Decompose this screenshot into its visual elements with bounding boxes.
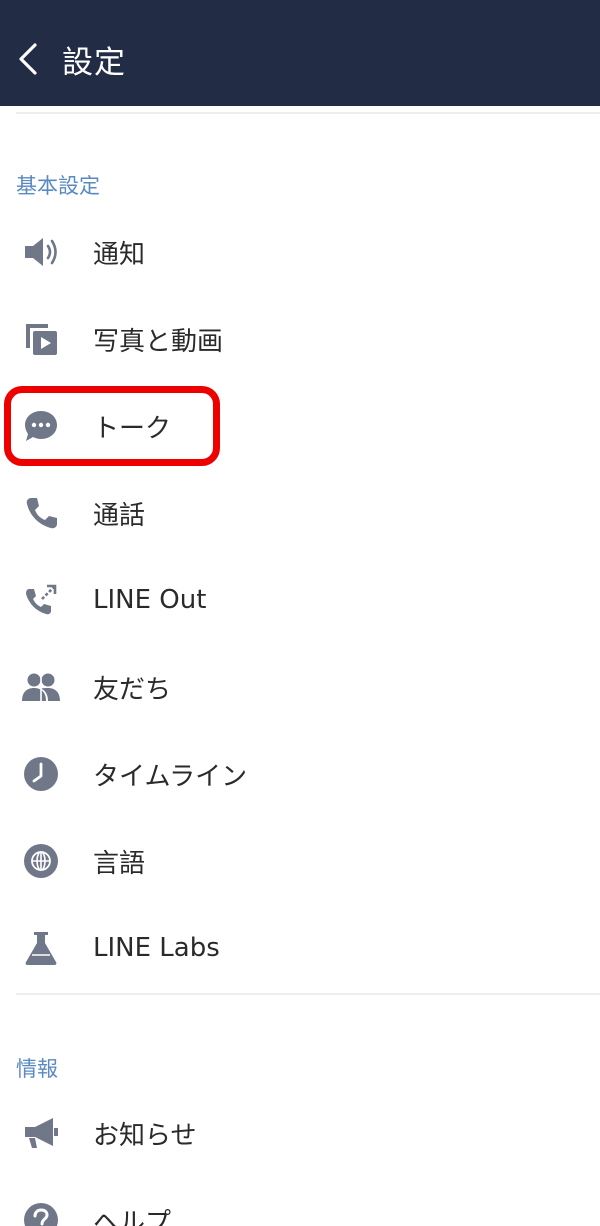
- settings-screen: 設定 基本設定 通知 写真と動画 トーク 通話 LINE Out 友だち タイム…: [0, 0, 600, 1226]
- menu-item-language[interactable]: 言語: [0, 821, 600, 901]
- menu-item-label: 友だち: [93, 674, 172, 705]
- photo-video-icon: [20, 318, 62, 360]
- chevron-left-icon: [19, 43, 37, 75]
- menu-item-line-out[interactable]: LINE Out: [0, 560, 600, 640]
- menu-item-notifications[interactable]: 通知: [0, 212, 600, 292]
- menu-item-announcements[interactable]: お知らせ: [0, 1093, 600, 1173]
- menu-item-label: 言語: [93, 848, 146, 879]
- help-icon: [20, 1199, 62, 1226]
- menu-item-label: LINE Labs: [93, 933, 220, 963]
- menu-item-label: 写真と動画: [93, 326, 224, 357]
- menu-item-label: 通知: [93, 239, 146, 270]
- megaphone-icon: [20, 1112, 62, 1154]
- menu-item-friends[interactable]: 友だち: [0, 647, 600, 727]
- chat-bubble-icon: [20, 405, 62, 447]
- clock-icon: [20, 753, 62, 795]
- section-header-basic: 基本設定: [16, 174, 100, 198]
- menu-item-talk[interactable]: トーク: [0, 386, 600, 466]
- page-title: 設定: [62, 44, 126, 81]
- menu-item-timeline[interactable]: タイムライン: [0, 734, 600, 814]
- back-button[interactable]: [6, 29, 50, 89]
- menu-item-label: 通話: [93, 500, 146, 531]
- globe-icon: [20, 840, 62, 882]
- menu-item-label: トーク: [93, 413, 172, 444]
- friends-icon: [20, 666, 62, 708]
- menu-item-label: タイムライン: [93, 761, 248, 792]
- menu-item-label: お知らせ: [93, 1120, 197, 1151]
- menu-item-label: ヘルプ: [93, 1207, 172, 1226]
- header-bar: 設定: [0, 12, 600, 106]
- section-divider: [16, 993, 600, 995]
- status-bar: [0, 0, 600, 12]
- phone-out-icon: [20, 579, 62, 621]
- menu-item-photos-videos[interactable]: 写真と動画: [0, 299, 600, 379]
- section-header-info: 情報: [16, 1057, 58, 1081]
- phone-icon: [20, 492, 62, 534]
- top-divider: [16, 112, 600, 114]
- menu-item-calls[interactable]: 通話: [0, 473, 600, 553]
- speaker-icon: [20, 231, 62, 273]
- menu-item-help[interactable]: ヘルプ: [0, 1180, 600, 1226]
- menu-item-label: LINE Out: [93, 585, 207, 615]
- flask-icon: [20, 927, 62, 969]
- menu-item-line-labs[interactable]: LINE Labs: [0, 908, 600, 988]
